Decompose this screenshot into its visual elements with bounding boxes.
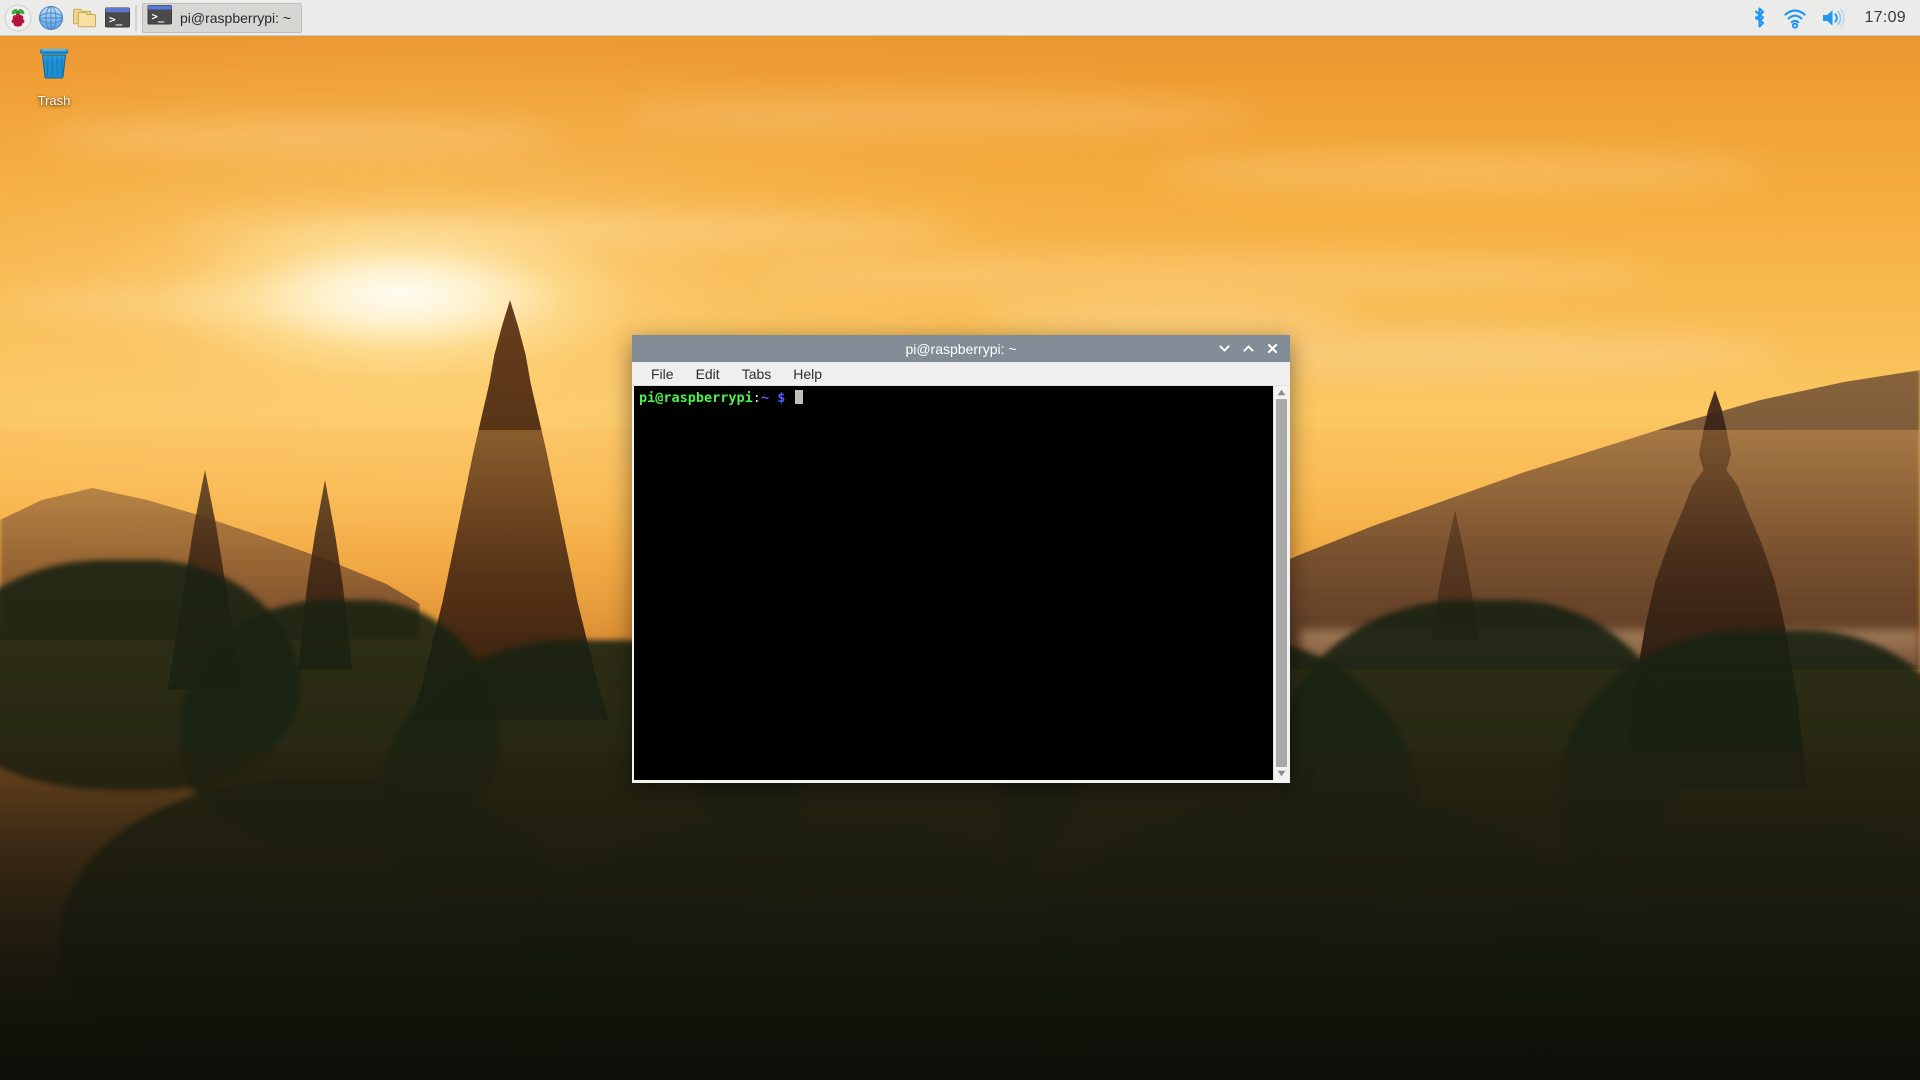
clock[interactable]: 17:09 [1860, 9, 1906, 27]
menu-tabs[interactable]: Tabs [733, 364, 781, 384]
launcher-terminal[interactable]: >_ [102, 3, 132, 33]
terminal-icon: >_ [147, 4, 173, 32]
volume-icon[interactable] [1821, 7, 1846, 29]
wifi-icon[interactable] [1783, 7, 1807, 29]
close-button[interactable] [1260, 337, 1284, 361]
taskbar-separator [135, 4, 137, 31]
scrollbar-thumb[interactable] [1275, 399, 1287, 767]
wallpaper-foreground [0, 750, 1920, 1080]
taskbar-window-label: pi@raspberrypi: ~ [180, 9, 292, 26]
system-tray: 17:09 [1750, 6, 1920, 29]
bluetooth-icon[interactable] [1750, 6, 1769, 29]
terminal-screen[interactable]: pi@raspberrypi:~ $ [634, 386, 1273, 780]
launcher-web-browser[interactable] [36, 3, 66, 33]
scrollbar-track[interactable] [1274, 399, 1288, 767]
terminal-title: pi@raspberrypi: ~ [905, 340, 1017, 357]
svg-text:>_: >_ [152, 11, 165, 23]
minimize-button[interactable] [1212, 337, 1236, 361]
taskbar-launchers: >_ [0, 3, 132, 33]
maximize-button[interactable] [1236, 337, 1260, 361]
terminal-menubar: File Edit Tabs Help [632, 362, 1290, 386]
desktop-icon-label: Trash [37, 93, 71, 108]
prompt-colon: : [752, 390, 761, 406]
launcher-raspberry-menu[interactable] [3, 3, 33, 33]
terminal-cursor [794, 390, 803, 404]
terminal-scrollbar[interactable] [1273, 386, 1288, 780]
scroll-up-arrow[interactable] [1275, 386, 1288, 399]
menu-file[interactable]: File [642, 364, 683, 384]
terminal-window[interactable]: pi@raspberrypi: ~ File Edit Tabs Help pi… [632, 335, 1290, 783]
terminal-prompt-line: pi@raspberrypi:~ $ [639, 390, 1271, 406]
trash-icon [32, 40, 76, 89]
taskbar[interactable]: >_ >_ pi@raspberrypi: ~ 17:09 [0, 0, 1920, 36]
launcher-file-manager[interactable] [69, 3, 99, 33]
scroll-down-arrow[interactable] [1275, 767, 1288, 780]
desktop-icon-trash[interactable]: Trash [18, 40, 90, 108]
terminal-titlebar[interactable]: pi@raspberrypi: ~ [632, 335, 1290, 362]
menu-help[interactable]: Help [784, 364, 831, 384]
prompt-path: ~ [760, 390, 770, 406]
terminal-body: pi@raspberrypi:~ $ [634, 386, 1288, 780]
window-controls [1212, 337, 1290, 361]
prompt-user-host: pi@raspberrypi [639, 390, 753, 406]
menu-edit[interactable]: Edit [687, 364, 729, 384]
svg-text:>_: >_ [109, 13, 123, 26]
taskbar-window-button-terminal[interactable]: >_ pi@raspberrypi: ~ [142, 2, 303, 33]
desktop[interactable]: Trash pi@raspberrypi: ~ File Edit Tabs H… [0, 0, 1920, 1080]
